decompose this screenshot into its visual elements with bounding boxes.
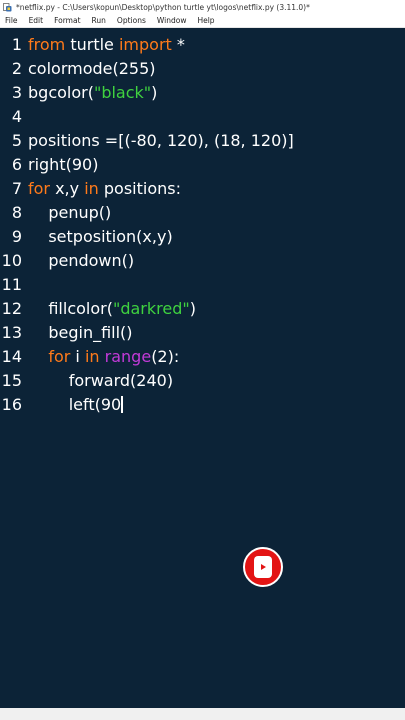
- menu-format[interactable]: Format: [54, 16, 80, 25]
- keyword: in: [84, 347, 100, 366]
- line-number: 1: [11, 35, 22, 54]
- code-text: right(90): [28, 155, 99, 174]
- keyword: in: [84, 179, 99, 198]
- code-text: forward(240): [28, 371, 174, 390]
- code-text: colormode(255): [28, 59, 156, 78]
- idle-window: *netflix.py - C:\Users\kopun\Desktop\pyt…: [0, 0, 405, 720]
- menu-file[interactable]: File: [5, 16, 18, 25]
- line-number: 10: [1, 251, 22, 270]
- status-bar: [0, 708, 405, 720]
- line-number: 15: [1, 371, 22, 390]
- youtube-shorts-button[interactable]: [243, 547, 283, 587]
- keyword: from: [28, 35, 66, 54]
- menu-run[interactable]: Run: [92, 16, 106, 25]
- code-line-10: pendown(): [28, 249, 134, 273]
- keyword: for: [28, 179, 50, 198]
- line-number: 12: [1, 299, 22, 318]
- line-number-gutter: 1 2 3 4 5 6 7 8 9 10 11 12 13 14 15 16: [0, 28, 24, 708]
- code-line-5: positions =[(-80, 120), (18, 120)]: [28, 129, 294, 153]
- code-line-3: bgcolor("black"): [28, 81, 157, 105]
- keyword: for: [48, 347, 71, 366]
- line-number: 2: [11, 59, 22, 78]
- line-number: 11: [1, 275, 22, 294]
- menu-options[interactable]: Options: [117, 16, 146, 25]
- code-text: fillcolor(: [28, 299, 113, 318]
- code-text: positions =[(-80, 120), (18, 120)]: [28, 131, 294, 150]
- code-text: begin_fill(): [28, 323, 133, 342]
- line-number: 3: [11, 83, 22, 102]
- line-number: 16: [1, 395, 22, 414]
- code-text: ): [189, 299, 196, 318]
- code-line-13: begin_fill(): [28, 321, 133, 345]
- code-text: i: [70, 347, 85, 366]
- code-text: setposition(x,y): [28, 227, 173, 246]
- code-line-8: penup(): [28, 201, 111, 225]
- line-number: 4: [11, 107, 22, 126]
- line-number: 6: [11, 155, 22, 174]
- menu-bar: File Edit Format Run Options Window Help: [0, 14, 405, 28]
- code-text: turtle: [65, 35, 119, 54]
- code-text: left(90: [28, 395, 122, 414]
- window-title: *netflix.py - C:\Users\kopun\Desktop\pyt…: [16, 2, 310, 12]
- code-text: positions:: [98, 179, 181, 198]
- code-line-15: forward(240): [28, 369, 173, 393]
- code-line-7: for x,y in positions:: [28, 177, 181, 201]
- code-text: (2):: [151, 347, 180, 366]
- youtube-shorts-icon: [254, 556, 272, 578]
- text-cursor: [121, 396, 123, 413]
- menu-help[interactable]: Help: [197, 16, 214, 25]
- string-literal: "darkred": [112, 299, 190, 318]
- code-line-14: for i in range(2):: [28, 345, 179, 369]
- code-text: ): [151, 83, 158, 102]
- line-number: 13: [1, 323, 22, 342]
- keyword: import: [118, 35, 172, 54]
- code-text: bgcolor(: [28, 83, 94, 102]
- python-idle-icon: [3, 2, 12, 12]
- menu-edit[interactable]: Edit: [29, 16, 44, 25]
- code-line-9: setposition(x,y): [28, 225, 173, 249]
- builtin-name: range: [104, 347, 152, 366]
- line-number: 5: [11, 131, 22, 150]
- code-text: pendown(): [28, 251, 135, 270]
- title-bar: *netflix.py - C:\Users\kopun\Desktop\pyt…: [0, 0, 405, 14]
- code-line-1: from turtle import *: [28, 33, 185, 57]
- line-number: 8: [11, 203, 22, 222]
- code-text: *: [171, 35, 185, 54]
- code-editor[interactable]: 1 2 3 4 5 6 7 8 9 10 11 12 13 14 15 16 f…: [0, 28, 405, 708]
- code-text: x,y: [50, 179, 85, 198]
- line-number: 14: [1, 347, 22, 366]
- code-text: penup(): [28, 203, 112, 222]
- code-line-6: right(90): [28, 153, 98, 177]
- menu-window[interactable]: Window: [157, 16, 187, 25]
- code-line-12: fillcolor("darkred"): [28, 297, 196, 321]
- code-line-16[interactable]: left(90: [28, 393, 123, 417]
- line-number: 9: [11, 227, 22, 246]
- line-number: 7: [11, 179, 22, 198]
- string-literal: "black": [93, 83, 152, 102]
- code-line-2: colormode(255): [28, 57, 156, 81]
